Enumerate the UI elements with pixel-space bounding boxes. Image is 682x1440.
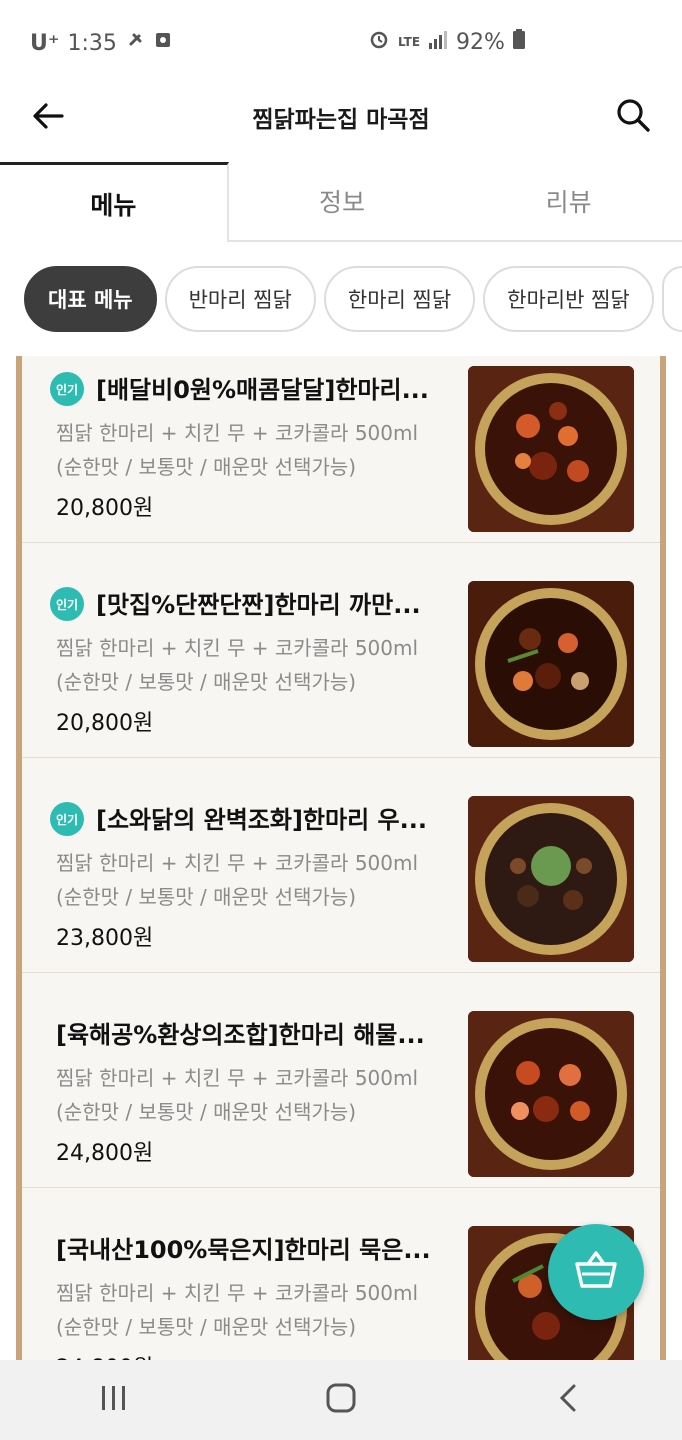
shopping-basket-icon <box>574 1250 618 1294</box>
popular-badge: 인기 <box>50 372 84 406</box>
pin-icon <box>125 30 145 56</box>
dish-photo <box>468 581 634 747</box>
menu-item-name: [소와닭의 완벽조화]한마리 우... <box>96 806 427 834</box>
carrier-label: U⁺ <box>30 30 60 56</box>
popular-badge: 인기 <box>50 802 84 836</box>
desc-line: (순한맛 / 보통맛 / 매운맛 선택가능) <box>56 1100 357 1124</box>
recents-icon <box>100 1385 128 1415</box>
desc-line: (순한맛 / 보통맛 / 매운맛 선택가능) <box>56 885 357 909</box>
back-button[interactable] <box>28 98 68 138</box>
menu-item-price: 20,800원 <box>56 711 154 736</box>
network-label: LTE <box>398 35 421 49</box>
menu-item-price: 24,800원 <box>56 1350 153 1360</box>
system-nav-bar <box>0 1360 682 1440</box>
dish-photo <box>468 366 634 532</box>
tab-label: 리뷰 <box>545 188 592 217</box>
dish-photo <box>468 796 634 962</box>
menu-item-name: [국내산100%묵은지]한마리 묵은... <box>56 1236 431 1264</box>
menu-item-desc: 찜닭 한마리 + 치킨 무 + 코카콜라 500ml (순한맛 / 보통맛 / … <box>56 1061 476 1129</box>
arrow-left-icon <box>32 102 64 134</box>
menu-item[interactable]: 인기 [맛집%단짠단짠]한마리 까만... 찜닭 한마리 + 치킨 무 + 코카… <box>22 543 660 758</box>
battery-icon <box>512 29 525 55</box>
dish-photo <box>468 1011 634 1177</box>
home-button[interactable] <box>311 1370 371 1430</box>
search-icon <box>616 98 650 136</box>
menu-item-desc: 찜닭 한마리 + 치킨 무 + 코카콜라 500ml (순한맛 / 보통맛 / … <box>56 846 476 914</box>
system-back-button[interactable] <box>538 1370 598 1430</box>
chip-one-and-half[interactable]: 한마리반 찜닭 <box>483 266 654 332</box>
chip-featured[interactable]: 대표 메뉴 <box>24 266 157 332</box>
alarm-icon <box>368 28 390 56</box>
menu-list: 인기 [배달비0원%매콤달달]한마리... 찜닭 한마리 + 치킨 무 + 코카… <box>16 356 666 1360</box>
desc-line: 찜닭 한마리 + 치킨 무 + 코카콜라 500ml <box>56 1066 419 1090</box>
home-icon <box>326 1383 356 1417</box>
chip-whole[interactable]: 한마리 찜닭 <box>323 266 476 332</box>
chip-half[interactable]: 반마리 찜닭 <box>164 266 316 332</box>
menu-item[interactable]: [육해공%환상의조합]한마리 해물... 찜닭 한마리 + 치킨 무 + 코카콜… <box>22 973 660 1188</box>
clock: 1:35 <box>67 30 117 56</box>
menu-item-desc: 찜닭 한마리 + 치킨 무 + 코카콜라 500ml (순한맛 / 보통맛 / … <box>56 631 476 699</box>
desc-line: 찜닭 한마리 + 치킨 무 + 코카콜라 500ml <box>56 636 419 660</box>
desc-line: 찜닭 한마리 + 치킨 무 + 코카콜라 500ml <box>56 1281 419 1305</box>
desc-line: 찜닭 한마리 + 치킨 무 + 코카콜라 500ml <box>56 851 419 875</box>
recents-button[interactable] <box>84 1370 144 1430</box>
menu-item[interactable]: 인기 [소와닭의 완벽조화]한마리 우... 찜닭 한마리 + 치킨 무 + 코… <box>22 758 660 973</box>
menu-item-name: [맛집%단짠단짠]한마리 까만... <box>96 591 421 619</box>
popular-badge: 인기 <box>50 587 84 621</box>
menu-item-price: 23,800원 <box>56 926 154 951</box>
battery-percent: 92% <box>456 29 505 55</box>
tab-info[interactable]: 정보 <box>228 162 456 240</box>
tab-bar: 메뉴 정보 리뷰 <box>0 162 682 242</box>
menu-item-price: 24,800원 <box>56 1141 154 1166</box>
back-chevron-icon <box>558 1383 578 1417</box>
category-chips: 대표 메뉴 반마리 찜닭 한마리 찜닭 한마리반 찜닭 <box>24 266 682 332</box>
menu-item-name: [배달비0원%매콤달달]한마리... <box>96 376 429 404</box>
app-bar: 찜닭파는집 마곡점 <box>0 86 682 150</box>
desc-line: (순한맛 / 보통맛 / 매운맛 선택가능) <box>56 1315 357 1339</box>
cart-button[interactable] <box>548 1224 644 1320</box>
status-bar: U⁺ 1:35 LTE 92% <box>0 0 682 86</box>
tab-label: 정보 <box>319 188 366 217</box>
tab-label: 메뉴 <box>90 190 137 220</box>
tab-menu[interactable]: 메뉴 <box>0 162 229 242</box>
menu-item-desc: 찜닭 한마리 + 치킨 무 + 코카콜라 500ml (순한맛 / 보통맛 / … <box>56 416 476 484</box>
menu-item[interactable]: 인기 [배달비0원%매콤달달]한마리... 찜닭 한마리 + 치킨 무 + 코카… <box>22 356 660 543</box>
menu-item-name: [육해공%환상의조합]한마리 해물... <box>56 1021 425 1049</box>
menu-item-desc: 찜닭 한마리 + 치킨 무 + 코카콜라 500ml (순한맛 / 보통맛 / … <box>56 1276 476 1344</box>
page-title: 찜닭파는집 마곡점 <box>252 107 430 133</box>
desc-line: 찜닭 한마리 + 치킨 무 + 코카콜라 500ml <box>56 421 419 445</box>
search-button[interactable] <box>612 96 654 138</box>
desc-line: (순한맛 / 보통맛 / 매운맛 선택가능) <box>56 670 357 694</box>
media-icon <box>153 30 173 56</box>
signal-icon <box>428 30 448 55</box>
tab-reviews[interactable]: 리뷰 <box>455 162 682 240</box>
chip-more[interactable] <box>661 266 682 332</box>
desc-line: (순한맛 / 보통맛 / 매운맛 선택가능) <box>56 455 357 479</box>
menu-item-price: 20,800원 <box>56 496 154 521</box>
